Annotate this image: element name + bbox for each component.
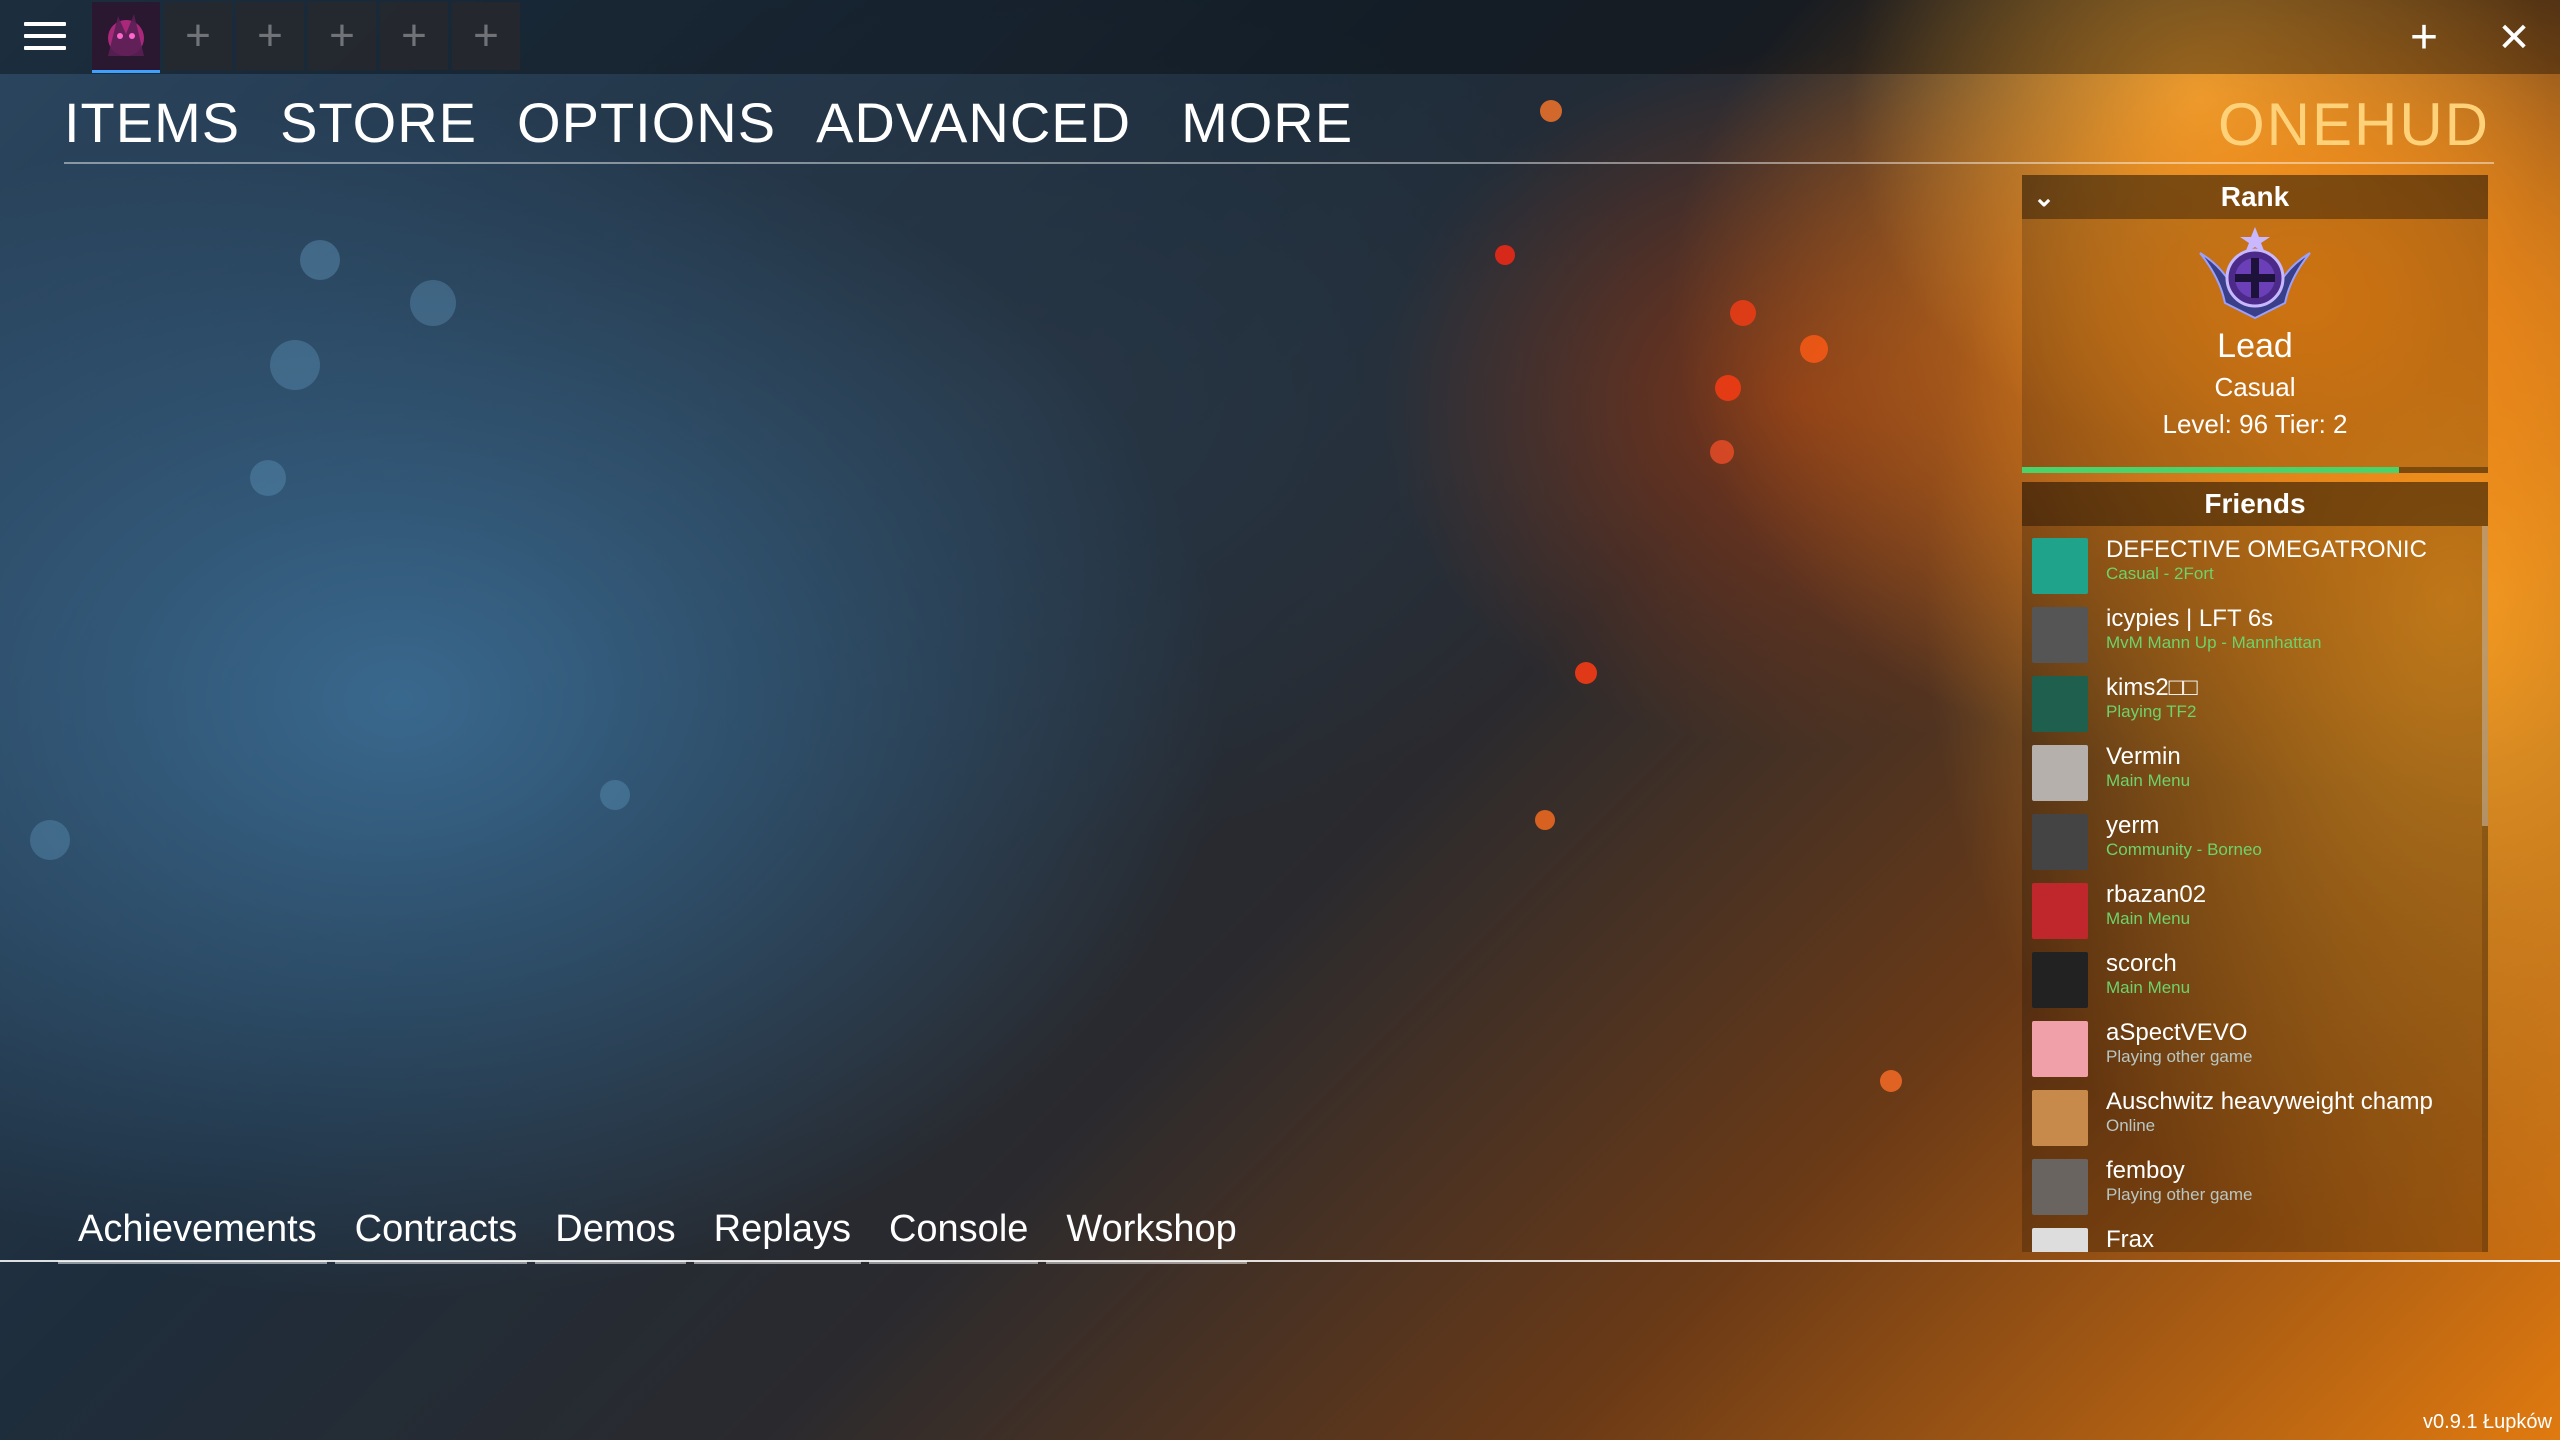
subnav-replays[interactable]: Replays <box>693 1202 861 1264</box>
rank-name: Lead <box>2217 327 2293 365</box>
close-icon[interactable]: ✕ <box>2486 10 2542 66</box>
class-portrait-slot[interactable] <box>92 2 160 73</box>
nav-store[interactable]: STORE <box>280 90 477 160</box>
friend-name: Vermin <box>2106 743 2181 770</box>
avatar <box>2032 1228 2088 1252</box>
top-bar: + + + + + + ✕ <box>0 0 2560 74</box>
friend-name: Frax <box>2106 1226 2154 1252</box>
chevron-down-icon[interactable]: ⌄ <box>2022 175 2066 219</box>
friend-status: Casual - 2Fort <box>2106 564 2214 583</box>
friend-name: aSpectVEVO <box>2106 1019 2248 1046</box>
friend-list-item[interactable]: femboy Playing other game <box>2022 1147 2488 1216</box>
friends-scrollbar[interactable] <box>2482 526 2488 1252</box>
loadout-slot-add[interactable]: + <box>308 2 376 70</box>
friend-list-item[interactable]: kims2□□ Playing TF2 <box>2022 664 2488 733</box>
friend-list-item[interactable]: DEFECTIVE OMEGATRONIC Casual - 2Fort <box>2022 526 2488 595</box>
friend-list-item[interactable]: rbazan02 Main Menu <box>2022 871 2488 940</box>
loadout-slot-add[interactable]: + <box>164 2 232 70</box>
friend-status: Playing TF2 <box>2106 702 2197 721</box>
loadout-slot-add[interactable]: + <box>452 2 520 70</box>
class-portrait-icon <box>96 6 156 66</box>
avatar <box>2032 607 2088 663</box>
friend-status: Online <box>2106 1116 2156 1135</box>
brand-logo: ONEHUD <box>2217 91 2490 158</box>
rank-emblem-icon <box>2199 227 2311 320</box>
nav-advanced[interactable]: ADVANCED <box>816 90 1131 160</box>
avatar <box>2032 1159 2088 1215</box>
friend-name: scorch <box>2106 950 2177 977</box>
friend-list-item[interactable]: scorch Main Menu <box>2022 940 2488 1009</box>
subnav-console[interactable]: Console <box>868 1202 1039 1264</box>
divider <box>64 162 2494 164</box>
avatar <box>2032 538 2088 594</box>
friend-name: Auschwitz heavyweight champ <box>2106 1088 2433 1115</box>
friends-panel: Friends DEFECTIVE OMEGATRONIC Casual - 2… <box>2022 482 2488 1252</box>
friend-status: Main Menu <box>2106 978 2191 997</box>
add-icon[interactable]: + <box>2396 10 2452 66</box>
rank-title: Rank <box>2220 181 2290 212</box>
friend-list-item[interactable]: Auschwitz heavyweight champ Online <box>2022 1078 2488 1147</box>
hamburger-icon[interactable] <box>24 22 66 54</box>
friend-list: DEFECTIVE OMEGATRONIC Casual - 2Fort icy… <box>2022 526 2488 1252</box>
friend-name: kims2□□ <box>2106 674 2198 701</box>
friend-status: Main Menu <box>2106 909 2191 928</box>
rank-header: ⌄ Rank <box>2022 175 2488 219</box>
subnav-contracts[interactable]: Contracts <box>334 1202 528 1264</box>
friend-list-item[interactable]: Vermin Main Menu <box>2022 733 2488 802</box>
subnav-workshop[interactable]: Workshop <box>1046 1202 1247 1264</box>
rank-mode: Casual <box>2214 372 2296 402</box>
nav-more[interactable]: MORE <box>1181 90 1353 160</box>
friends-header: Friends <box>2022 482 2488 526</box>
friend-name: yerm <box>2106 812 2160 839</box>
avatar <box>2032 883 2088 939</box>
friend-status: Main Menu <box>2106 771 2191 790</box>
friend-status: Playing other game <box>2106 1047 2253 1066</box>
rank-panel: ⌄ Rank Lead Casual Level: 96 Tier: 2 <box>2022 175 2488 473</box>
xp-progress-bar <box>2022 467 2488 473</box>
friend-name: femboy <box>2106 1157 2185 1184</box>
friend-list-item[interactable]: aSpectVEVO Playing other game <box>2022 1009 2488 1078</box>
subnav-achievements[interactable]: Achievements <box>58 1202 327 1264</box>
scrollbar-thumb[interactable] <box>2482 526 2488 826</box>
version-label: v0.9.1 Łupków <box>2423 1411 2552 1433</box>
friend-list-item[interactable]: icypies | LFT 6s MvM Mann Up - Mannhatta… <box>2022 595 2488 664</box>
divider <box>0 1260 2560 1262</box>
friend-name: DEFECTIVE OMEGATRONIC <box>2106 536 2427 563</box>
avatar <box>2032 1090 2088 1146</box>
friends-title: Friends <box>2204 488 2306 519</box>
nav-options[interactable]: OPTIONS <box>517 90 776 160</box>
friend-status: MvM Mann Up - Mannhattan <box>2106 633 2322 652</box>
avatar <box>2032 952 2088 1008</box>
subnav-demos[interactable]: Demos <box>535 1202 686 1264</box>
xp-progress-fill <box>2022 467 2400 473</box>
loadout-slot-add[interactable]: + <box>380 2 448 70</box>
loadout-slot-add[interactable]: + <box>236 2 304 70</box>
friend-list-item[interactable]: Frax <box>2022 1216 2488 1252</box>
friend-name: icypies | LFT 6s <box>2106 605 2274 632</box>
avatar <box>2032 676 2088 732</box>
main-nav: ITEMS STORE OPTIONS ADVANCED MORE <box>64 90 1393 160</box>
friend-status: Community - Borneo <box>2106 840 2262 859</box>
rank-level: Level: 96 Tier: 2 <box>2162 409 2348 439</box>
nav-items[interactable]: ITEMS <box>64 90 240 160</box>
avatar <box>2032 745 2088 801</box>
sub-nav: Achievements Contracts Demos Replays Con… <box>58 1202 1255 1264</box>
friend-list-item[interactable]: yerm Community - Borneo <box>2022 802 2488 871</box>
avatar <box>2032 1021 2088 1077</box>
friend-status: Playing other game <box>2106 1185 2253 1204</box>
avatar <box>2032 814 2088 870</box>
friend-name: rbazan02 <box>2106 881 2207 908</box>
